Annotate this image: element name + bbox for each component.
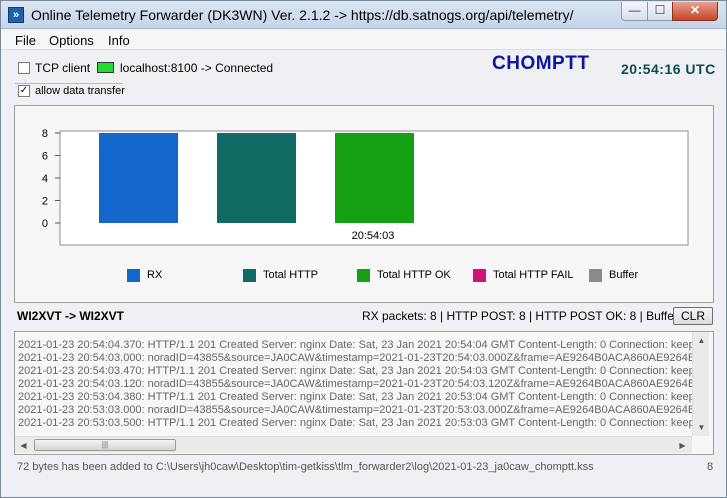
tcp-client-checkbox[interactable] — [18, 62, 30, 74]
horizontal-scroll-thumb[interactable]: ||| — [34, 439, 176, 451]
close-button[interactable]: ✕ — [672, 2, 718, 21]
bar-total-http-ok — [335, 133, 414, 223]
utc-clock: 20:54:16 UTC — [621, 61, 716, 77]
log-line: 2021-01-23 20:53:03.500: HTTP/1.1 201 Cr… — [18, 417, 692, 429]
legend-label: Buffer — [609, 269, 639, 281]
y-tick-label: 0 — [42, 218, 48, 230]
satellite-name: CHOMPTT — [492, 53, 590, 74]
scroll-up-icon[interactable]: ▲ — [694, 333, 709, 348]
y-tick-label: 4 — [42, 173, 48, 185]
menu-info[interactable]: Info — [108, 33, 130, 48]
y-tick-label: 8 — [42, 128, 48, 140]
packet-counters: RX packets: 8 | HTTP POST: 8 | HTTP POST… — [362, 309, 692, 323]
title-bar[interactable]: » Online Telemetry Forwarder (DK3WN) Ver… — [1, 1, 726, 29]
connection-status-text: localhost:8100 -> Connected — [120, 61, 274, 75]
vertical-scrollbar[interactable]: ▲ ▼ — [692, 332, 709, 436]
menu-bar: File Options Info — [1, 30, 726, 50]
y-tick-label: 6 — [42, 151, 48, 163]
status-message: 72 bytes has been added to C:\Users\jh0c… — [17, 461, 594, 473]
log-line: 2021-01-23 20:54:03.470: HTTP/1.1 201 Cr… — [18, 365, 692, 377]
legend-label: Total HTTP OK — [377, 269, 451, 281]
log-list: 2021-01-23 20:54:04.370: HTTP/1.1 201 Cr… — [18, 339, 692, 430]
allow-data-transfer-label: allow data transfer — [35, 85, 125, 97]
legend-swatch — [127, 269, 140, 282]
log-line: 2021-01-23 20:54:03.000: noradID=43855&s… — [18, 352, 692, 364]
scroll-left-icon[interactable]: ◀ — [16, 438, 31, 453]
legend-label: RX — [147, 269, 163, 281]
status-count: 8 — [707, 461, 714, 473]
window-title: Online Telemetry Forwarder (DK3WN) Ver. … — [31, 7, 574, 23]
bar-rx — [99, 133, 178, 223]
connection-status-indicator — [97, 62, 114, 73]
x-axis-label: 20:54:03 — [352, 230, 395, 242]
app-icon[interactable]: » — [8, 7, 24, 23]
legend-swatch — [243, 269, 256, 282]
legend-swatch — [589, 269, 602, 282]
scroll-down-icon[interactable]: ▼ — [694, 420, 709, 435]
minimize-button[interactable]: — — [621, 2, 648, 21]
tcp-client-label: TCP client — [35, 61, 91, 75]
allow-data-transfer-checkbox[interactable]: ✓ — [18, 85, 30, 97]
log-line: 2021-01-23 20:53:04.380: HTTP/1.1 201 Cr… — [18, 391, 692, 403]
log-line: 2021-01-23 20:54:03.120: noradID=43855&s… — [18, 378, 692, 390]
scroll-right-icon[interactable]: ▶ — [675, 438, 690, 453]
maximize-button[interactable]: ☐ — [647, 2, 673, 21]
menu-file[interactable]: File — [15, 33, 36, 48]
menu-options[interactable]: Options — [49, 33, 94, 48]
bar-total-http — [217, 133, 296, 223]
horizontal-scrollbar[interactable]: ◀ ||| ▶ — [15, 436, 692, 453]
y-tick-label: 2 — [42, 196, 48, 208]
main-window: » Online Telemetry Forwarder (DK3WN) Ver… — [0, 0, 727, 498]
log-line: 2021-01-23 20:53:03.000: noradID=43855&s… — [18, 404, 692, 416]
clear-button[interactable]: CLR — [673, 307, 713, 325]
legend-swatch — [473, 269, 486, 282]
statistics-chart: 8 6 4 2 0 20:54:03 RX Total HTTP Total HTTP OK T… — [14, 105, 714, 303]
legend-label: Total HTTP — [263, 269, 319, 281]
log-line: 2021-01-23 20:54:04.370: HTTP/1.1 201 Cr… — [18, 339, 692, 351]
log-panel[interactable]: 2021-01-23 20:54:04.370: HTTP/1.1 201 Cr… — [14, 331, 714, 455]
separator — [15, 83, 123, 84]
callsign-pair: WI2XVT -> WI2XVT — [17, 309, 125, 323]
legend-swatch — [357, 269, 370, 282]
legend-label: Total HTTP FAIL — [493, 269, 574, 281]
